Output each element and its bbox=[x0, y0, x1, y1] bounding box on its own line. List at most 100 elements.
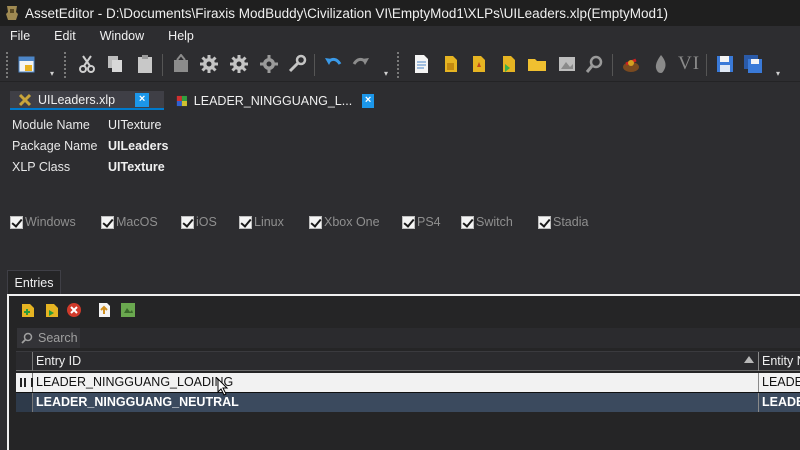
menu-edit[interactable]: Edit bbox=[52, 28, 78, 44]
platform-label: iOS bbox=[196, 215, 217, 229]
checkbox[interactable] bbox=[402, 215, 415, 229]
save-all-icon bbox=[744, 55, 762, 73]
platform-xbox-one[interactable]: Xbox One bbox=[309, 215, 380, 229]
tab-label: UILeaders.xlp bbox=[38, 92, 116, 107]
flame-icon bbox=[655, 55, 666, 73]
find-button[interactable] bbox=[584, 53, 606, 75]
search-input[interactable]: Search bbox=[17, 328, 80, 348]
column-header-entity-name[interactable]: Entity N bbox=[762, 354, 800, 368]
entity-name-cell[interactable]: LEADE bbox=[762, 375, 800, 389]
grid-corner[interactable] bbox=[16, 352, 33, 371]
toolbar-dropdown[interactable]: ▾ bbox=[50, 70, 57, 78]
table-row[interactable]: LEADER_NINGGUANG_LOADING LEADE bbox=[16, 373, 800, 392]
floppy-disk-icon bbox=[717, 56, 733, 72]
mouse-pointer-icon bbox=[217, 378, 229, 396]
redo-button[interactable] bbox=[350, 53, 372, 75]
refresh-entry-button[interactable] bbox=[120, 302, 138, 320]
import-entry-button[interactable] bbox=[44, 302, 62, 320]
build-all-button[interactable] bbox=[228, 53, 250, 75]
add-entry-button[interactable] bbox=[20, 302, 38, 320]
document-up-icon bbox=[99, 303, 110, 317]
close-icon[interactable]: × bbox=[135, 92, 150, 107]
forge-button[interactable] bbox=[650, 53, 672, 75]
paste-button[interactable] bbox=[134, 53, 156, 75]
new-project-button[interactable] bbox=[16, 53, 38, 75]
row-header[interactable] bbox=[16, 393, 33, 412]
checkbox[interactable] bbox=[10, 215, 23, 229]
toolbar-separator bbox=[162, 54, 163, 76]
cook-button[interactable] bbox=[170, 53, 192, 75]
menu-file[interactable]: File bbox=[8, 28, 32, 44]
copy-button[interactable] bbox=[104, 53, 126, 75]
import-button[interactable] bbox=[498, 53, 520, 75]
scissors-icon bbox=[79, 55, 95, 73]
add-entry-button[interactable] bbox=[468, 53, 490, 75]
entry-id-cell[interactable]: LEADER_NINGGUANG_NEUTRAL bbox=[36, 395, 239, 409]
checkbox[interactable] bbox=[538, 215, 551, 229]
new-document-button[interactable] bbox=[410, 53, 432, 75]
browse-button[interactable] bbox=[556, 53, 578, 75]
tools-button[interactable] bbox=[286, 53, 308, 75]
gear-icon bbox=[230, 55, 248, 73]
toolbar-dropdown[interactable]: ▾ bbox=[384, 70, 391, 78]
row-header[interactable] bbox=[16, 373, 33, 392]
column-divider[interactable] bbox=[758, 352, 759, 371]
main-toolbar: ▾ ▾ VI ▾ bbox=[0, 48, 800, 82]
package-name-value: UILeaders bbox=[108, 138, 169, 153]
menu-window[interactable]: Window bbox=[98, 28, 146, 44]
folder-arrow-icon bbox=[503, 56, 515, 72]
tab-leader-ningguang[interactable]: LEADER_NINGGUANG_L... × bbox=[168, 91, 374, 110]
texture-file-icon bbox=[176, 95, 187, 106]
search-icon bbox=[21, 332, 33, 344]
close-icon[interactable]: × bbox=[362, 93, 374, 108]
toolbar-grip[interactable] bbox=[64, 52, 68, 78]
entries-grid-header: Entry ID Entity N bbox=[16, 351, 800, 371]
toolbar-grip[interactable] bbox=[397, 52, 401, 78]
civ-cauldron-icon bbox=[623, 58, 639, 72]
rebuild-button[interactable] bbox=[258, 53, 280, 75]
menu-help[interactable]: Help bbox=[166, 28, 196, 44]
tab-entries[interactable]: Entries bbox=[7, 270, 61, 295]
checkbox[interactable] bbox=[181, 215, 194, 229]
entity-name-cell[interactable]: LEADE bbox=[762, 395, 800, 409]
toolbar-dropdown[interactable]: ▾ bbox=[776, 70, 783, 78]
open-folder-button[interactable] bbox=[526, 53, 548, 75]
platform-ps4[interactable]: PS4 bbox=[402, 215, 441, 229]
export-entry-button[interactable] bbox=[96, 302, 114, 320]
platform-windows[interactable]: Windows bbox=[10, 215, 76, 229]
search-placeholder: Search bbox=[38, 331, 78, 345]
platform-label: MacOS bbox=[116, 215, 158, 229]
save-button[interactable] bbox=[714, 53, 736, 75]
platform-linux[interactable]: Linux bbox=[239, 215, 284, 229]
open-xlp-button[interactable] bbox=[440, 53, 462, 75]
tab-uileaders-xlp[interactable]: UILeaders.xlp × bbox=[10, 91, 164, 110]
platform-macos[interactable]: MacOS bbox=[101, 215, 158, 229]
entry-id-cell[interactable]: LEADER_NINGGUANG_LOADING bbox=[36, 375, 233, 389]
search-field-area[interactable] bbox=[80, 328, 800, 348]
window-title: AssetEditor - D:\Documents\Firaxis ModBu… bbox=[25, 5, 668, 21]
platform-label: Stadia bbox=[553, 215, 589, 229]
checkbox[interactable] bbox=[239, 215, 252, 229]
toolbar-separator bbox=[612, 54, 613, 76]
platform-stadia[interactable]: Stadia bbox=[538, 215, 588, 229]
undo-button[interactable] bbox=[322, 53, 344, 75]
platform-ios[interactable]: iOS bbox=[181, 215, 217, 229]
magnifier-icon bbox=[585, 55, 603, 73]
checkbox[interactable] bbox=[461, 215, 474, 229]
delete-entry-button[interactable] bbox=[66, 302, 84, 320]
table-row-selected[interactable]: LEADER_NINGGUANG_NEUTRAL LEADE bbox=[16, 393, 800, 412]
launch-game-button[interactable] bbox=[620, 53, 642, 75]
column-divider bbox=[758, 373, 759, 392]
platform-switch[interactable]: Switch bbox=[461, 215, 513, 229]
cut-button[interactable] bbox=[76, 53, 98, 75]
civ-vi-button[interactable]: VI bbox=[678, 53, 700, 75]
checkbox[interactable] bbox=[101, 215, 114, 229]
image-refresh-icon bbox=[121, 303, 135, 317]
column-header-entry-id[interactable]: Entry ID bbox=[36, 354, 81, 368]
build-button[interactable] bbox=[198, 53, 220, 75]
save-all-button[interactable] bbox=[742, 53, 764, 75]
toolbar-grip[interactable] bbox=[6, 52, 10, 78]
checkbox[interactable] bbox=[309, 215, 322, 229]
package-name-label: Package Name bbox=[12, 138, 98, 153]
civ-app-icon bbox=[6, 6, 18, 20]
